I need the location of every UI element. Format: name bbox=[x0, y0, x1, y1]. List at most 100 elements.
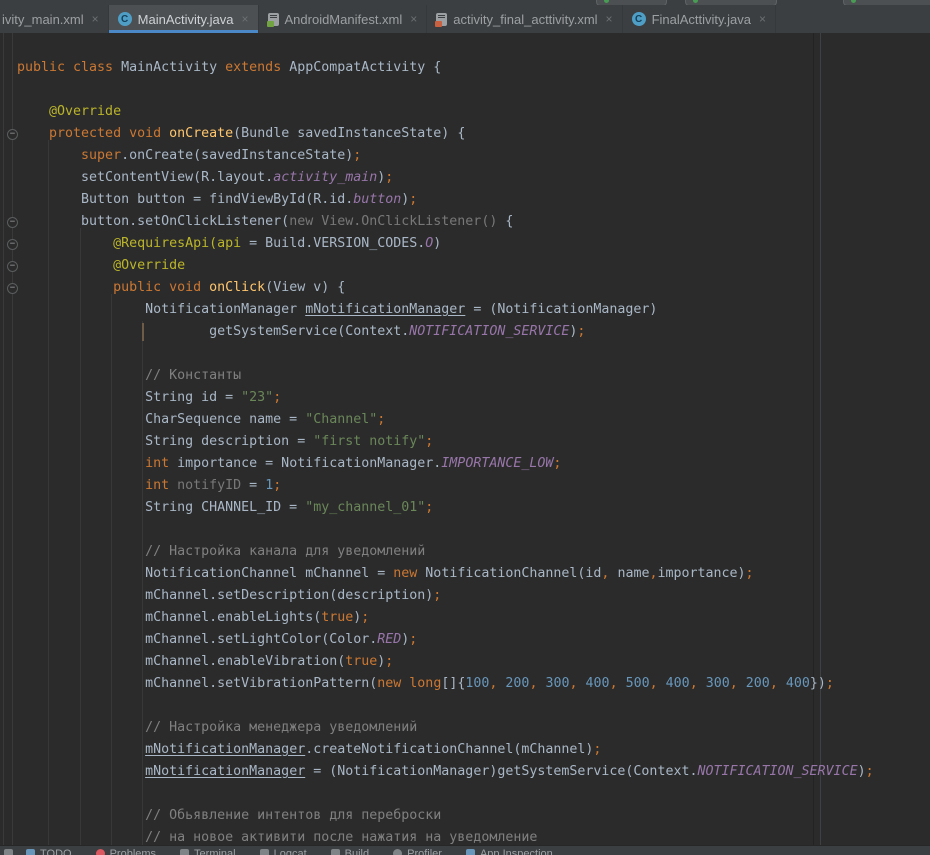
code-token: ; bbox=[746, 566, 754, 581]
code-line[interactable]: protected void onCreate(Bundle savedInst… bbox=[0, 123, 930, 145]
close-tab-icon[interactable]: × bbox=[759, 12, 766, 26]
code-line[interactable] bbox=[0, 519, 930, 541]
code-token: RED bbox=[377, 632, 401, 647]
code-line[interactable]: int notifyID = 1; bbox=[0, 475, 930, 497]
code-token: = bbox=[241, 478, 265, 493]
code-token: mNotificationManager bbox=[145, 764, 305, 779]
code-line[interactable]: @Override bbox=[0, 101, 930, 123]
code-line[interactable]: // Настройка канала для уведомлений bbox=[0, 541, 930, 563]
code-line[interactable]: mChannel.enableVibration(true); bbox=[0, 651, 930, 673]
code-token: mNotificationManager bbox=[145, 742, 305, 757]
code-token: activity_main bbox=[273, 170, 377, 185]
tool-window-label: App Inspection bbox=[480, 848, 553, 855]
code-line[interactable]: String CHANNEL_ID = "my_channel_01"; bbox=[0, 497, 930, 519]
tool-window-button-app-inspection[interactable]: App Inspection bbox=[466, 848, 553, 855]
code-token: // Обьявление интентов для переброски bbox=[17, 808, 441, 823]
code-token: true bbox=[345, 654, 377, 669]
code-line[interactable]: public void onClick(View v) { bbox=[0, 277, 930, 299]
fold-marker-icon[interactable]: − bbox=[7, 283, 18, 294]
close-tab-icon[interactable]: × bbox=[92, 12, 99, 26]
fold-marker-icon[interactable]: − bbox=[7, 261, 18, 272]
code-line[interactable]: String description = "first notify"; bbox=[0, 431, 930, 453]
tab-label: MainActivity.java bbox=[138, 12, 234, 27]
code-line[interactable]: button.setOnClickListener(new View.OnCli… bbox=[0, 211, 930, 233]
code-token: 400 bbox=[786, 676, 810, 691]
code-line[interactable]: int importance = NotificationManager.IMP… bbox=[0, 453, 930, 475]
code-line[interactable]: mNotificationManager.createNotificationC… bbox=[0, 739, 930, 761]
code-token: CharSequence name = bbox=[17, 412, 305, 427]
tool-window-button-todo[interactable]: TODO bbox=[26, 848, 72, 855]
tool-window-button-terminal[interactable]: Terminal bbox=[180, 848, 236, 855]
code-line[interactable]: Button button = findViewById(R.id.button… bbox=[0, 189, 930, 211]
code-line[interactable]: CharSequence name = "Channel"; bbox=[0, 409, 930, 431]
tab-MainActivity.java[interactable]: CMainActivity.java× bbox=[109, 5, 259, 33]
tool-window-button-profiler[interactable]: Profiler bbox=[393, 848, 442, 855]
code-line[interactable]: String id = "23"; bbox=[0, 387, 930, 409]
code-token: ; bbox=[866, 764, 874, 779]
code-line[interactable]: super.onCreate(savedInstanceState); bbox=[0, 145, 930, 167]
code-line[interactable]: // Константы bbox=[0, 365, 930, 387]
code-line[interactable]: mChannel.setVibrationPattern(new long[]{… bbox=[0, 673, 930, 695]
code-line[interactable] bbox=[0, 79, 930, 101]
code-token: MainActivity bbox=[113, 60, 225, 75]
code-line[interactable] bbox=[0, 695, 930, 717]
code-line[interactable]: getSystemService(Context.NOTIFICATION_SE… bbox=[0, 321, 930, 343]
code-token: 300 bbox=[706, 676, 730, 691]
tool-window-button-build[interactable]: Build bbox=[331, 848, 369, 855]
code-token: long bbox=[409, 676, 441, 691]
tab-label: FinalActtivity.java bbox=[652, 12, 751, 27]
code-token: public class bbox=[17, 60, 113, 75]
code-token: String id = bbox=[17, 390, 241, 405]
fold-marker-icon[interactable]: − bbox=[7, 217, 18, 228]
code-line[interactable] bbox=[0, 343, 930, 365]
code-line[interactable]: NotificationManager mNotificationManager… bbox=[0, 299, 930, 321]
code-token: = (NotificationManager)getSystemService(… bbox=[305, 764, 697, 779]
code-line[interactable]: // на новое активити после нажатия на ув… bbox=[0, 827, 930, 845]
code-token: ; bbox=[273, 390, 281, 405]
code-token bbox=[17, 742, 145, 757]
tool-window-button-logcat[interactable]: Logcat bbox=[260, 848, 307, 855]
tool-window-button-problems[interactable]: Problems bbox=[96, 848, 156, 855]
code-line[interactable]: // Обьявление интентов для переброски bbox=[0, 805, 930, 827]
code-token: ; bbox=[353, 148, 361, 163]
code-line[interactable]: mChannel.setLightColor(Color.RED); bbox=[0, 629, 930, 651]
tab-ivity_main.xml[interactable]: ivity_main.xml× bbox=[0, 5, 109, 33]
code-line[interactable]: NotificationChannel mChannel = new Notif… bbox=[0, 563, 930, 585]
code-editor[interactable]: public class MainActivity extends AppCom… bbox=[0, 33, 930, 845]
code-token: (Bundle savedInstanceState) { bbox=[233, 126, 465, 141]
code-line[interactable]: public class MainActivity extends AppCom… bbox=[0, 57, 930, 79]
tab-FinalActtivity.java[interactable]: CFinalActtivity.java× bbox=[623, 5, 776, 33]
code-line[interactable]: mNotificationManager = (NotificationMana… bbox=[0, 761, 930, 783]
manifest-file-icon bbox=[268, 13, 279, 26]
code-token: mChannel.setLightColor(Color. bbox=[17, 632, 377, 647]
tool-window-button-partial[interactable] bbox=[4, 849, 13, 855]
code-token: 400 bbox=[586, 676, 610, 691]
close-tab-icon[interactable]: × bbox=[241, 12, 248, 26]
code-token: ; bbox=[361, 610, 369, 625]
fold-marker-icon[interactable]: − bbox=[7, 129, 18, 140]
close-tab-icon[interactable]: × bbox=[606, 12, 613, 26]
tab-AndroidManifest.xml[interactable]: AndroidManifest.xml× bbox=[259, 5, 428, 33]
code-token: "my_channel_01" bbox=[305, 500, 425, 515]
code-line[interactable]: mChannel.enableLights(true); bbox=[0, 607, 930, 629]
code-line[interactable]: setContentView(R.layout.activity_main); bbox=[0, 167, 930, 189]
code-token: name bbox=[609, 566, 649, 581]
code-token: 200 bbox=[746, 676, 770, 691]
code-line[interactable] bbox=[0, 783, 930, 805]
code-line[interactable]: // Настройка менеджера уведомлений bbox=[0, 717, 930, 739]
code-token bbox=[578, 676, 586, 691]
tab-activity_final_acttivity.xml[interactable]: activity_final_acttivity.xml× bbox=[427, 5, 622, 33]
code-token: }) bbox=[810, 676, 826, 691]
code-token: ; bbox=[433, 588, 441, 603]
code-token: mChannel.enableVibration( bbox=[17, 654, 345, 669]
code-token: notifyID bbox=[169, 478, 241, 493]
profiler-icon bbox=[393, 849, 402, 855]
code-line[interactable]: mChannel.setDescription(description); bbox=[0, 585, 930, 607]
code-token bbox=[658, 676, 666, 691]
code-line[interactable]: @RequiresApi(api = Build.VERSION_CODES.O… bbox=[0, 233, 930, 255]
fold-marker-icon[interactable]: − bbox=[7, 239, 18, 250]
close-tab-icon[interactable]: × bbox=[410, 12, 417, 26]
code-token: ; bbox=[273, 478, 281, 493]
code-line[interactable]: @Override bbox=[0, 255, 930, 277]
layout-file-icon bbox=[436, 13, 447, 26]
